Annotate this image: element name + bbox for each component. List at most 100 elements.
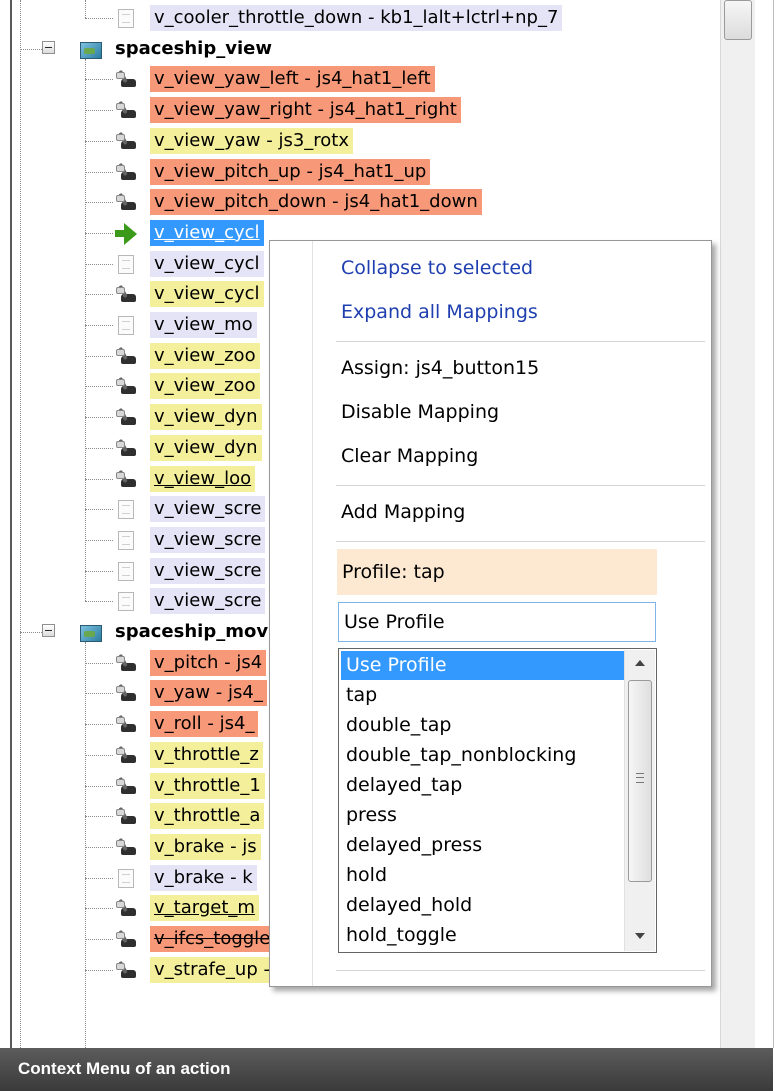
- tree-action-label[interactable]: v_throttle_a: [150, 803, 265, 830]
- tree-connector: [85, 539, 113, 541]
- profile-combobox[interactable]: Use Profile: [338, 602, 656, 642]
- tree-action-label[interactable]: v_view_cycl: [150, 219, 264, 246]
- tree-group-node[interactable]: spaceship_view: [0, 34, 720, 64]
- tree-action-node[interactable]: v_cooler_throttle_down - kb1_lalt+lctrl+…: [0, 3, 720, 33]
- assign-mapping-item[interactable]: Assign: js4_button15: [341, 353, 539, 383]
- tree-connector: [85, 478, 113, 480]
- collapse-toggle-icon[interactable]: [42, 40, 55, 54]
- profile-option[interactable]: double_tap: [341, 711, 626, 740]
- tree-action-label[interactable]: v_view_yaw_left - js4_hat1_left: [150, 66, 435, 93]
- document-icon: [115, 499, 137, 520]
- add-mapping-item[interactable]: Add Mapping: [341, 497, 465, 527]
- tree-scrollbar[interactable]: [720, 0, 755, 1048]
- joystick-icon: [114, 407, 136, 427]
- tree-connector: [85, 662, 113, 664]
- tree-group-label[interactable]: spaceship_view: [115, 36, 272, 62]
- tree-connector: [85, 939, 113, 940]
- profile-option[interactable]: hold: [341, 861, 626, 890]
- tree-action-label[interactable]: v_view_yaw_right - js4_hat1_right: [150, 97, 461, 124]
- tree-action-label[interactable]: v_pitch - js4: [150, 649, 267, 676]
- profile-option[interactable]: delayed_hold: [341, 891, 626, 920]
- tree-connector: [85, 140, 113, 142]
- profile-option[interactable]: hold_toggle: [341, 921, 626, 950]
- tree-action-label[interactable]: v_view_yaw - js3_rotx: [150, 127, 354, 154]
- tree-action-label[interactable]: v_cooler_throttle_down - kb1_lalt+lctrl+…: [150, 5, 563, 31]
- joystick-icon: [114, 376, 136, 396]
- profile-option[interactable]: press: [341, 801, 626, 830]
- menu-separator: [336, 485, 705, 486]
- tree-action-label[interactable]: v_brake - k: [150, 864, 257, 891]
- joystick-icon: [114, 960, 136, 980]
- dropdown-scrollbar-thumb[interactable]: [628, 680, 652, 882]
- profile-option[interactable]: delayed_tap: [341, 771, 626, 800]
- context-menu: Collapse to selected Expand all Mappings…: [269, 240, 712, 987]
- tree-action-label[interactable]: v_view_mo: [150, 312, 257, 338]
- tree-action-label[interactable]: v_yaw - js4_: [150, 680, 267, 707]
- tree-action-label[interactable]: v_view_scre: [150, 526, 266, 553]
- tree-action-label[interactable]: v_throttle_1: [150, 772, 265, 799]
- tree-action-label[interactable]: v_view_pitch_down - js4_hat1_down: [150, 189, 482, 216]
- tree-connector: [85, 877, 113, 879]
- tree-action-node[interactable]: v_view_pitch_down - js4_hat1_down: [0, 187, 720, 217]
- tree-group-label[interactable]: spaceship_mov: [115, 619, 268, 645]
- tree-connector: [85, 386, 113, 388]
- document-icon: [115, 254, 137, 274]
- tree-connector: [85, 447, 113, 449]
- clear-mapping-item[interactable]: Clear Mapping: [341, 441, 478, 471]
- tree-action-label[interactable]: v_brake - js: [150, 833, 261, 860]
- profile-option[interactable]: Use Profile: [341, 651, 626, 680]
- document-icon: [115, 530, 137, 550]
- tree-connector: [85, 79, 113, 81]
- tree-action-label[interactable]: v_throttle_z: [150, 741, 263, 768]
- expand-all-mappings-item[interactable]: Expand all Mappings: [341, 297, 538, 327]
- tree-action-label[interactable]: v_view_dyn: [150, 434, 262, 461]
- tree-action-label[interactable]: v_view_dyn: [150, 404, 262, 431]
- profile-dropdown-list[interactable]: Use Profile tap double_tap double_tap_nonbl…: [338, 648, 657, 953]
- tree-action-label[interactable]: v_target_m: [150, 895, 259, 922]
- tree-action-label[interactable]: v_view_cycl: [150, 250, 264, 277]
- tree-action-label[interactable]: v_view_scre: [150, 557, 266, 584]
- tree-action-label[interactable]: v_view_scre: [150, 496, 266, 523]
- menu-separator: [336, 970, 705, 971]
- tree-connector: [85, 232, 113, 234]
- joystick-icon: [114, 192, 136, 212]
- tree-connector: [85, 642, 86, 1048]
- tree-action-node[interactable]: v_view_pitch_up - js4_hat1_up: [0, 157, 720, 187]
- joystick-icon: [114, 683, 136, 703]
- tree-action-label[interactable]: v_view_zoo: [150, 373, 260, 400]
- tree-action-label[interactable]: v_view_loo: [150, 465, 256, 492]
- tree-action-label[interactable]: v_view_zoo: [150, 342, 260, 369]
- scroll-up-arrow-icon[interactable]: [635, 660, 645, 666]
- profile-option[interactable]: tap: [341, 681, 626, 710]
- tree-connector: [85, 0, 86, 18]
- tree-action-node[interactable]: v_view_yaw - js3_rotx: [0, 126, 720, 156]
- profile-label: Profile: tap: [342, 561, 445, 583]
- tree-connector: [85, 294, 113, 296]
- tree-connector: [85, 570, 113, 572]
- tree-action-label[interactable]: v_view_pitch_up - js4_hat1_up: [150, 158, 431, 185]
- collapse-toggle-icon[interactable]: [42, 624, 55, 637]
- profile-option[interactable]: double_tap_nonblocking: [341, 741, 626, 770]
- tree-action-node[interactable]: v_view_yaw_right - js4_hat1_right: [0, 95, 720, 125]
- profile-combobox-value: Use Profile: [344, 611, 445, 633]
- joystick-icon: [114, 69, 136, 89]
- collapse-to-selected-item[interactable]: Collapse to selected: [341, 253, 533, 283]
- folder-icon: [80, 623, 102, 642]
- tree-scrollbar-thumb[interactable]: [724, 0, 752, 40]
- dropdown-scrollbar[interactable]: [624, 650, 655, 951]
- tree-connector: [85, 846, 113, 848]
- tree-action-label[interactable]: v_view_cycl: [150, 281, 264, 308]
- menu-separator: [336, 541, 705, 542]
- tree-action-node[interactable]: v_view_yaw_left - js4_hat1_left: [0, 64, 720, 94]
- tree-action-label[interactable]: v_roll - js4_: [150, 711, 259, 738]
- joystick-icon: [114, 131, 136, 151]
- joystick-icon: [114, 898, 136, 918]
- tree-connector: [85, 816, 113, 818]
- tree-action-label[interactable]: v_view_scre: [150, 588, 266, 615]
- profile-option[interactable]: delayed_press: [341, 831, 626, 860]
- menu-icon-gutter: [312, 241, 313, 986]
- scroll-down-arrow-icon[interactable]: [635, 933, 645, 939]
- disable-mapping-item[interactable]: Disable Mapping: [341, 397, 499, 427]
- document-icon: [115, 591, 137, 612]
- joystick-icon: [114, 806, 136, 826]
